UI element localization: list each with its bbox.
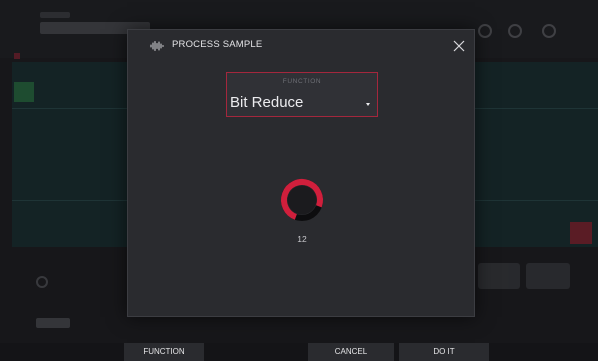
knob-center bbox=[287, 185, 317, 215]
dialog-title: PROCESS SAMPLE bbox=[172, 39, 263, 50]
background-end-marker bbox=[570, 222, 592, 244]
function-value: Bit Reduce bbox=[230, 94, 304, 111]
waveform-icon bbox=[150, 41, 164, 51]
background-start-marker bbox=[14, 82, 34, 102]
background-button bbox=[478, 263, 520, 289]
background-button bbox=[526, 263, 570, 289]
do-it-button[interactable]: DO IT bbox=[399, 343, 489, 361]
function-caption: FUNCTION bbox=[282, 78, 322, 85]
background-icon bbox=[478, 24, 492, 38]
cancel-button[interactable]: CANCEL bbox=[308, 343, 394, 361]
close-icon[interactable] bbox=[453, 40, 465, 52]
screen: PROCESS SAMPLE FUNCTION Bit Reduce 12 FU… bbox=[0, 0, 598, 361]
knob-value: 12 bbox=[297, 234, 307, 244]
dropdown-caret-icon bbox=[366, 103, 370, 106]
dialog-header: PROCESS SAMPLE bbox=[128, 30, 474, 62]
background-title-caption bbox=[40, 12, 70, 18]
background-knob bbox=[36, 276, 48, 288]
process-sample-dialog: PROCESS SAMPLE FUNCTION Bit Reduce 12 bbox=[127, 29, 475, 317]
background-marker bbox=[14, 53, 20, 59]
function-button[interactable]: FUNCTION bbox=[124, 343, 204, 361]
function-select[interactable]: FUNCTION Bit Reduce bbox=[226, 72, 378, 117]
bottom-bar: FUNCTION CANCEL DO IT bbox=[0, 343, 598, 361]
background-gear-icon bbox=[542, 24, 556, 38]
background-search-icon bbox=[508, 24, 522, 38]
bit-depth-knob[interactable] bbox=[278, 176, 326, 224]
background-value bbox=[36, 318, 70, 328]
